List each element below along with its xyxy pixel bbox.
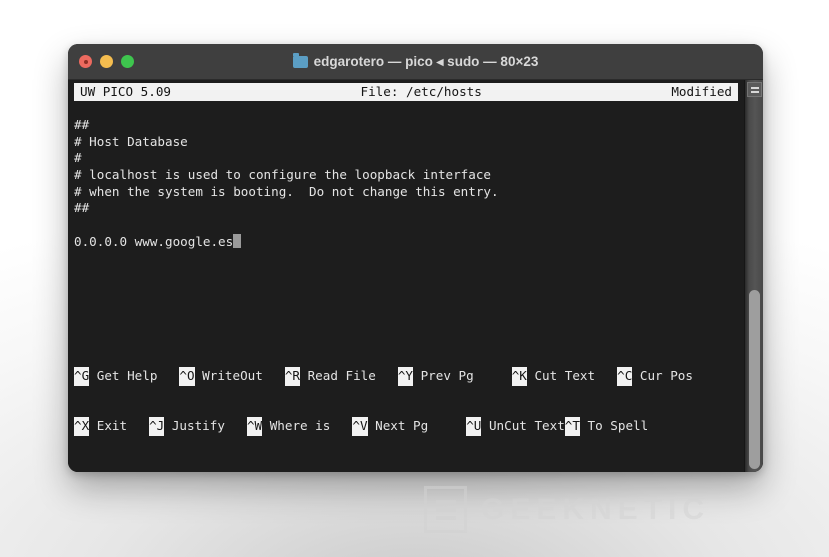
traffic-lights [68,55,134,68]
file-text-area[interactable]: ## # Host Database # # localhost is used to… [74,117,737,251]
file-line [74,217,737,234]
window-title-group: edgarotero — pico ◂ sudo — 80×23 [68,52,763,70]
file-line: 0.0.0.0 www.google.es [74,233,737,251]
window-titlebar[interactable]: edgarotero — pico ◂ sudo — 80×23 [68,44,763,80]
shortcut-label: Cut Text [526,367,596,383]
shortcut-key-badge: ^Y [397,366,414,386]
minimize-button[interactable] [100,55,113,68]
shortcut-label: Cur Pos [632,367,693,383]
shortcut-item[interactable]: ^U UnCut Text [466,416,565,436]
terminal-content[interactable]: UW PICO 5.09 File: /etc/hosts Modified #… [68,80,763,472]
shortcut-label: Prev Pg [413,367,474,383]
window-title: edgarotero — pico ◂ sudo — 80×23 [313,53,539,69]
shortcut-key-badge: ^V [352,416,368,436]
shortcut-label: Read File [300,367,376,383]
file-line-text: # [74,150,82,166]
shortcut-row-2: ^X Exit ^J Justify ^W Where is ^V Next Pg ^U… [74,416,737,436]
shortcut-key-badge: ^O [179,366,195,386]
text-cursor [233,233,241,248]
folder-icon [292,52,308,68]
shortcut-label: Get Help [89,367,158,383]
file-line-text: ## [74,200,90,216]
shortcut-item[interactable]: ^J Justify [149,416,225,436]
file-line-text: 0.0.0.0 www.google.es [74,233,234,249]
file-line: ## [74,200,737,217]
watermark-text: GEEKNETIC [481,492,711,526]
geeknetic-logo-icon [424,486,467,533]
vertical-scrollbar[interactable] [744,80,763,472]
file-line: # Host Database [74,134,737,151]
shortcut-item[interactable]: ^R Read File [284,366,376,386]
shortcut-label: Next Pg [367,417,429,433]
shortcut-key-badge: ^G [74,366,90,386]
shortcut-item[interactable]: ^G Get Help [74,366,158,386]
shortcut-key-badge: ^X [74,416,90,436]
shortcut-key-badge: ^U [466,416,482,436]
close-button[interactable] [79,55,92,68]
shortcut-label: Exit [89,417,128,433]
file-line: # localhost is used to configure the loo… [74,167,737,184]
shortcut-item[interactable]: ^C Cur Pos [617,366,693,386]
shortcut-label: UnCut Text [481,417,565,433]
pico-filename: File: /etc/hosts [360,83,482,99]
shortcut-item[interactable]: ^V Next Pg [352,416,429,436]
pico-version: UW PICO 5.09 [80,83,171,99]
shortcut-label: WriteOut [194,367,263,383]
shortcut-label: Where is [262,417,331,433]
shortcut-item[interactable]: ^K Cut Text [511,366,596,386]
shortcut-key-badge: ^J [149,416,165,436]
terminal-window: edgarotero — pico ◂ sudo — 80×23 UW PICO… [68,44,763,472]
file-line: ## [74,117,737,134]
file-line-text: # localhost is used to configure the loo… [74,167,492,183]
shortcut-key-badge: ^T [564,416,580,436]
pico-shortcut-bar: ^G Get Help ^O WriteOut ^R Read File ^Y Pre… [74,334,737,468]
shortcut-key-badge: ^C [617,366,633,386]
file-line: # [74,150,737,167]
shortcut-row-1: ^G Get Help ^O WriteOut ^R Read File ^Y Pre… [74,366,737,386]
pico-modified-status: Modified [671,83,732,99]
scrollbar-thumb[interactable] [749,290,760,469]
file-line-text: # Host Database [74,133,188,149]
file-line-text [74,217,82,232]
shortcut-label: To Spell [579,417,649,433]
shortcut-item[interactable]: ^X Exit [74,416,128,436]
shortcut-key-badge: ^W [246,416,263,436]
maximize-button[interactable] [121,55,134,68]
geeknetic-watermark: GEEKNETIC [424,486,710,533]
shortcut-item[interactable]: ^Y Prev Pg [397,366,474,386]
shortcut-item[interactable]: ^O WriteOut [179,366,263,386]
pico-status-header: UW PICO 5.09 File: /etc/hosts Modified [74,83,738,101]
shortcut-label: Justify [164,417,225,433]
shortcut-item[interactable]: ^W Where is [246,416,331,436]
file-line-text: ## [74,117,90,132]
file-line: # when the system is booting. Do not cha… [74,184,737,201]
file-line-text: # when the system is booting. Do not cha… [74,183,499,199]
scrollbar-menu-icon[interactable] [747,82,762,97]
shortcut-key-badge: ^R [284,366,301,386]
shortcut-key-badge: ^K [511,366,527,386]
shortcut-item[interactable]: ^T To Spell [564,416,649,436]
